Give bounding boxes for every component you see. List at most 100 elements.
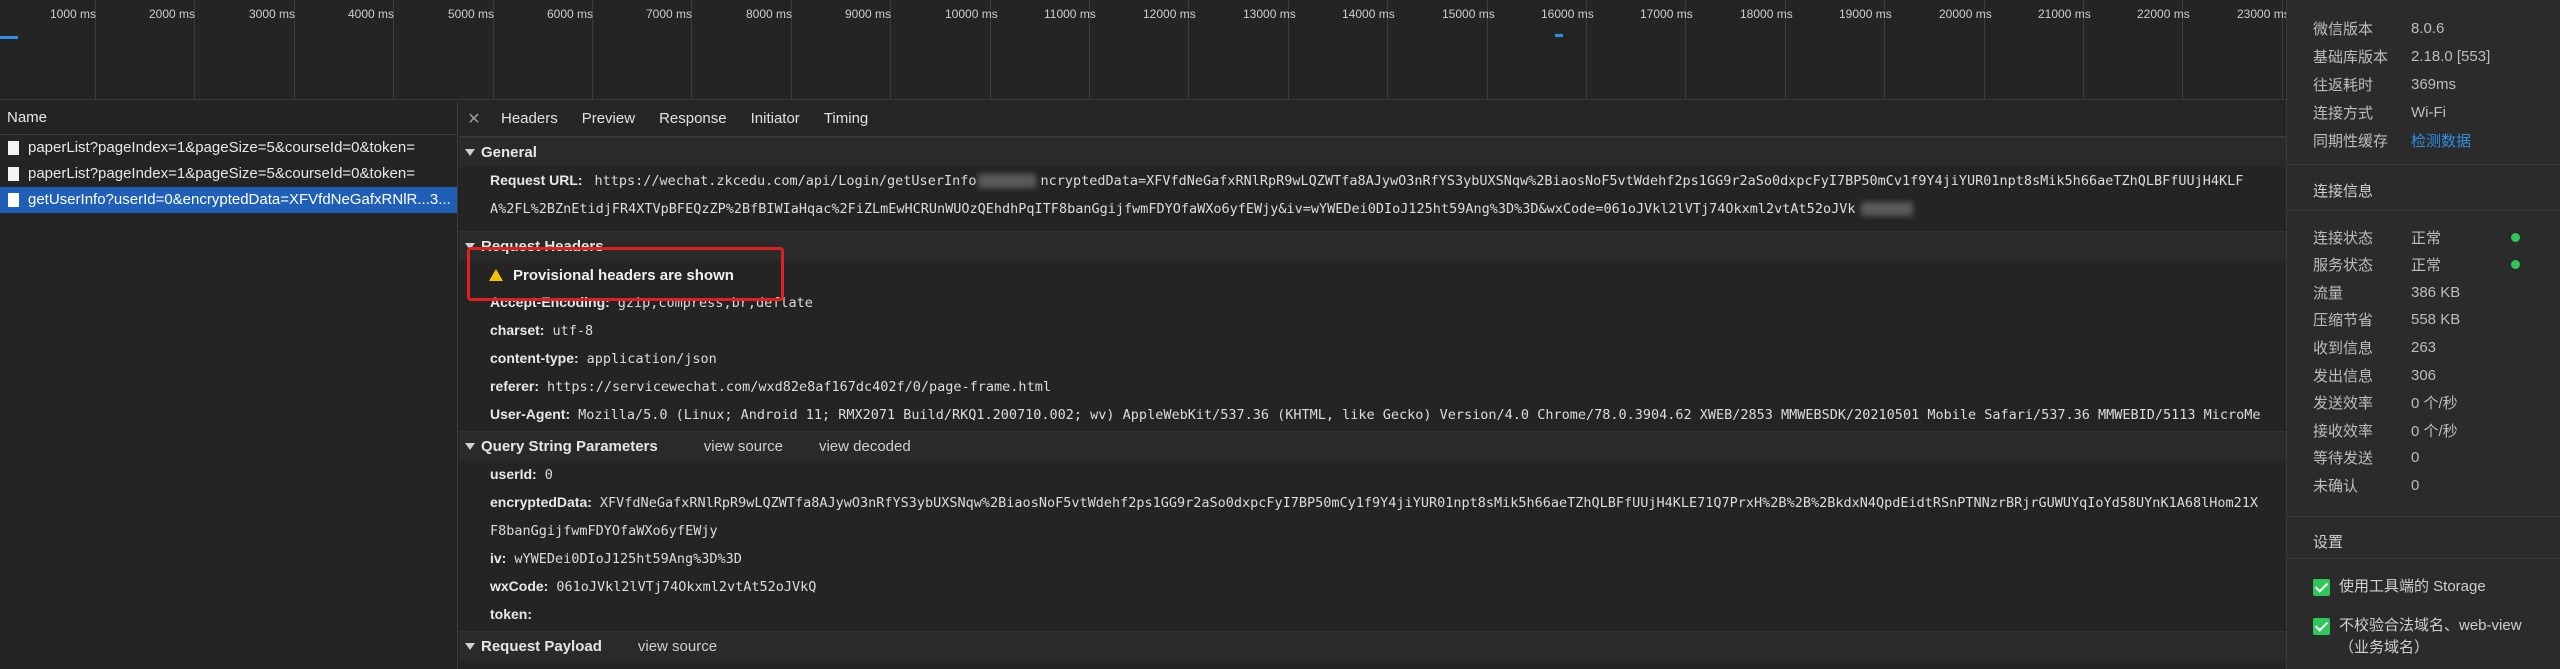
setting-label: 使用工具端的 Storage (2339, 578, 2486, 595)
header-value: application/json (586, 351, 717, 367)
header-key: charset: (490, 322, 545, 338)
timeline-tick-label: 23000 ms (2237, 7, 2290, 21)
timeline-request-bar (0, 36, 18, 39)
connection-row: 未确认 0 (2313, 471, 2540, 499)
info-label: 服务状态 (2313, 257, 2374, 275)
setting-checkbox[interactable] (2313, 579, 2330, 596)
tab-response[interactable]: Response (647, 101, 739, 136)
info-row: 微信版本 8.0.6 (2313, 14, 2540, 42)
request-row[interactable]: paperList?pageIndex=1&pageSize=5&courseI… (0, 135, 457, 161)
connection-row: 接收效率 0 个/秒 (2313, 416, 2540, 444)
redacted-blur (978, 174, 1037, 189)
view-source-link[interactable]: view source (704, 438, 783, 455)
timeline-tick-label: 11000 ms (1044, 7, 1096, 21)
connection-row: 服务状态 正常 (2313, 251, 2540, 279)
query-param-value: 0 (544, 467, 553, 483)
timeline-tick-label: 9000 ms (845, 7, 892, 21)
info-row: 同期性缓存 检测数据 (2313, 126, 2540, 154)
debug-info-panel: 微信版本 8.0.6 基础库版本 2.18.0 [553] 往返耗时 369ms 连接方式 W… (2286, 0, 2560, 669)
info-label: 流量 (2313, 284, 2344, 302)
network-timeline[interactable]: 1000 ms 2000 ms 3000 ms 4000 ms 5000 ms 6000 … (0, 0, 2290, 100)
status-ok-dot (2511, 232, 2520, 242)
panel-divider (2287, 558, 2560, 559)
info-value: 369ms (2411, 75, 2457, 93)
timeline-tick-label: 1000 ms (50, 7, 97, 21)
timeline-tick-label: 8000 ms (746, 7, 793, 21)
info-label: 连接方式 (2313, 104, 2374, 122)
query-param-row: userId: 0 (459, 461, 2286, 489)
request-url-value: https://wechat.zkcedu.com/api/Login/getU… (594, 173, 977, 189)
request-url-label: Request URL: (490, 172, 583, 188)
header-row: content-type: application/json (459, 345, 2286, 373)
query-param-key: userId: (490, 466, 537, 482)
document-icon (8, 193, 19, 207)
timeline-tick-label: 15000 ms (1442, 7, 1495, 21)
header-row: charset: utf-8 (459, 317, 2286, 345)
info-value: 0 (2411, 476, 2420, 494)
header-row: User-Agent: Mozilla/5.0 (Linux; Android 1… (459, 401, 2286, 429)
query-params-section-header[interactable]: Query String Parameters view source view… (459, 431, 2286, 461)
close-icon[interactable]: ✕ (459, 101, 489, 136)
info-value: 2.18.0 [553] (2411, 47, 2491, 65)
setting-checkbox[interactable] (2313, 618, 2330, 635)
query-param-value: wYWEDei0DIoJ125ht59Ang%3D%3D (514, 551, 742, 567)
connection-row: 等待发送 0 (2313, 444, 2540, 472)
payload-view-source-link[interactable]: view source (638, 638, 717, 655)
timeline-tick-label: 22000 ms (2137, 7, 2190, 21)
info-value: 306 (2411, 366, 2437, 384)
document-icon (8, 141, 19, 155)
request-row[interactable]: getUserInfo?userId=0&encryptedData=XFVfd… (0, 187, 457, 213)
header-key: User-Agent: (490, 406, 571, 422)
info-label: 微信版本 (2313, 20, 2374, 38)
info-label: 同期性缓存 (2313, 132, 2389, 150)
tab-preview[interactable]: Preview (570, 101, 647, 136)
request-payload-section-header[interactable]: Request Payload view source (459, 631, 2286, 661)
timeline-tick-label: 5000 ms (448, 7, 495, 21)
tab-timing[interactable]: Timing (812, 101, 880, 136)
request-url-row-cont: A%2FL%2BZnEtidjFR4XTVpBFEQzZP%2BfBIWIaHq… (459, 195, 2286, 223)
query-param-value: F8banGgijfwmFDYOfaWXo6yfEWjy (490, 523, 718, 539)
request-url-value-line2: A%2FL%2BZnEtidjFR4XTVpBFEQzZP%2BfBIWIaHq… (490, 201, 1856, 217)
timeline-tick-label: 7000 ms (646, 7, 693, 21)
query-param-key: wxCode: (490, 578, 549, 594)
tab-initiator[interactable]: Initiator (739, 101, 812, 136)
request-url-value-cont: ncryptedData=XFVfdNeGafxRNlRpR9wLQZWTfa8… (1040, 173, 2244, 189)
info-value: 0 (2411, 449, 2420, 467)
view-decoded-link[interactable]: view decoded (819, 438, 911, 455)
connection-row: 流量 386 KB (2313, 278, 2540, 306)
request-name: getUserInfo?userId=0&encryptedData=XFVfd… (28, 191, 451, 208)
timeline-tick-label: 20000 ms (1939, 7, 1992, 21)
tab-headers[interactable]: Headers (489, 101, 570, 136)
info-value: 263 (2411, 338, 2437, 356)
connection-row: 压缩节省 558 KB (2313, 306, 2540, 334)
header-key: content-type: (490, 350, 579, 366)
request-name: paperList?pageIndex=1&pageSize=5&courseI… (28, 165, 415, 182)
timeline-tick-label: 19000 ms (1839, 7, 1892, 21)
header-value: Mozilla/5.0 (Linux; Android 11; RMX2071 … (578, 407, 2261, 423)
timeline-tick-label: 4000 ms (348, 7, 395, 21)
info-value: 0 个/秒 (2411, 395, 2458, 413)
timeline-request-bar (1555, 34, 1563, 37)
timeline-tick-label: 17000 ms (1640, 7, 1693, 21)
info-value: 正常 (2411, 257, 2442, 275)
general-section-header[interactable]: General (459, 137, 2286, 167)
timeline-tick-label: 18000 ms (1740, 7, 1793, 21)
info-value: 0 个/秒 (2411, 422, 2458, 440)
timeline-tick-label: 16000 ms (1541, 7, 1594, 21)
general-title: General (481, 144, 537, 161)
info-label: 往返耗时 (2313, 76, 2374, 94)
name-column-header[interactable]: Name (0, 101, 457, 135)
timeline-tick-label: 6000 ms (547, 7, 594, 21)
timeline-tick-label: 3000 ms (249, 7, 296, 21)
info-label: 连接状态 (2313, 229, 2374, 247)
detect-data-link[interactable]: 检测数据 (2411, 130, 2471, 151)
request-detail-panel: ✕ Headers Preview Response Initiator Tim… (459, 101, 2286, 669)
info-row: 往返耗时 369ms (2313, 70, 2540, 98)
request-row[interactable]: paperList?pageIndex=1&pageSize=5&courseI… (0, 161, 457, 187)
query-param-row: wxCode: 061oJVkl2lVTj74Okxml2vtAt52oJVkQ (459, 573, 2286, 601)
info-label: 接收效率 (2313, 422, 2374, 440)
request-list: Name paperList?pageIndex=1&pageSize=5&co… (0, 101, 458, 669)
query-param-row: encryptedData: XFVfdNeGafxRNlRpR9wLQZWTfa… (459, 489, 2286, 517)
connection-info-title: 连接信息 (2313, 183, 2374, 200)
connection-row: 发送效率 0 个/秒 (2313, 389, 2540, 417)
